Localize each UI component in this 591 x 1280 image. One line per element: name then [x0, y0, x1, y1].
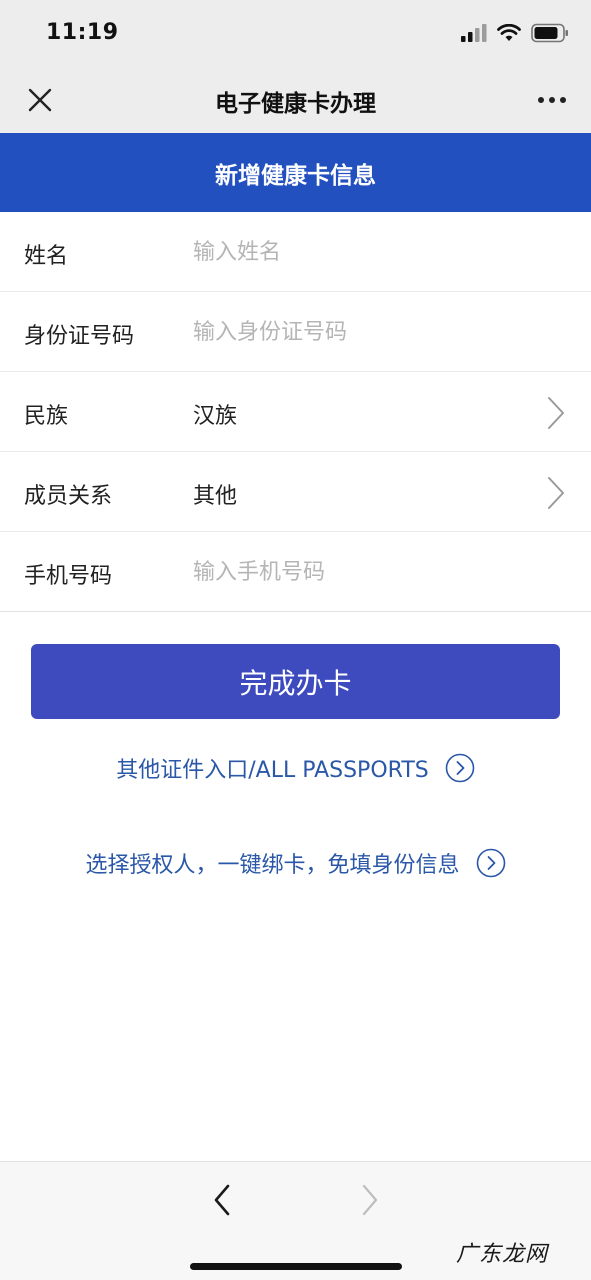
form-row-phone: 手机号码 [0, 532, 591, 612]
form-row-id-number: 身份证号码 [0, 292, 591, 372]
phone-input[interactable] [193, 554, 523, 590]
status-time: 11:19 [46, 20, 119, 45]
home-indicator [190, 1263, 402, 1270]
name-input[interactable] [193, 234, 523, 270]
submit-button[interactable]: 完成办卡 [31, 644, 560, 719]
watermark: 广东龙网 [456, 1242, 549, 1267]
circle-arrow-icon [445, 753, 475, 783]
ethnicity-select[interactable]: 民族 汉族 [0, 372, 591, 452]
chevron-right-icon [548, 397, 564, 429]
form-row-name: 姓名 [0, 212, 591, 292]
other-documents-link[interactable]: 其他证件入口/ALL PASSPORTS [0, 752, 591, 784]
id-number-input[interactable] [193, 314, 523, 350]
ethnicity-label: 民族 [24, 404, 69, 429]
page-title: 电子健康卡办理 [215, 91, 376, 117]
signal-icon [461, 24, 487, 46]
relation-value: 其他 [193, 484, 238, 509]
id-number-label: 身份证号码 [24, 324, 135, 349]
health-card-form: 姓名 身份证号码 民族 汉族 成员关系 其他 手机号码 [0, 212, 591, 612]
other-documents-label: 其他证件入口/ALL PASSPORTS [116, 758, 429, 783]
phone-label: 手机号码 [24, 564, 113, 589]
wifi-icon [497, 23, 521, 46]
relation-select[interactable]: 成员关系 其他 [0, 452, 591, 532]
name-label: 姓名 [24, 244, 69, 269]
submit-button-label: 完成办卡 [239, 666, 352, 700]
authorize-link[interactable]: 选择授权人，一键绑卡，免填身份信息 [0, 847, 591, 879]
chevron-left-icon[interactable] [208, 1182, 238, 1218]
chevron-right-icon [548, 477, 564, 509]
circle-arrow-icon [476, 848, 505, 878]
status-bar: 11:19 [0, 0, 591, 66]
more-icon[interactable] [535, 86, 569, 114]
status-icons [461, 23, 569, 47]
ethnicity-value: 汉族 [193, 404, 238, 429]
chevron-right-icon[interactable] [354, 1182, 384, 1218]
nav-bar: 电子健康卡办理 [0, 66, 591, 133]
battery-icon [531, 23, 569, 47]
banner-title: 新增健康卡信息 [215, 162, 376, 189]
authorize-label: 选择授权人，一键绑卡，免填身份信息 [85, 853, 460, 878]
section-banner: 新增健康卡信息 [0, 133, 591, 212]
relation-label: 成员关系 [24, 484, 113, 509]
